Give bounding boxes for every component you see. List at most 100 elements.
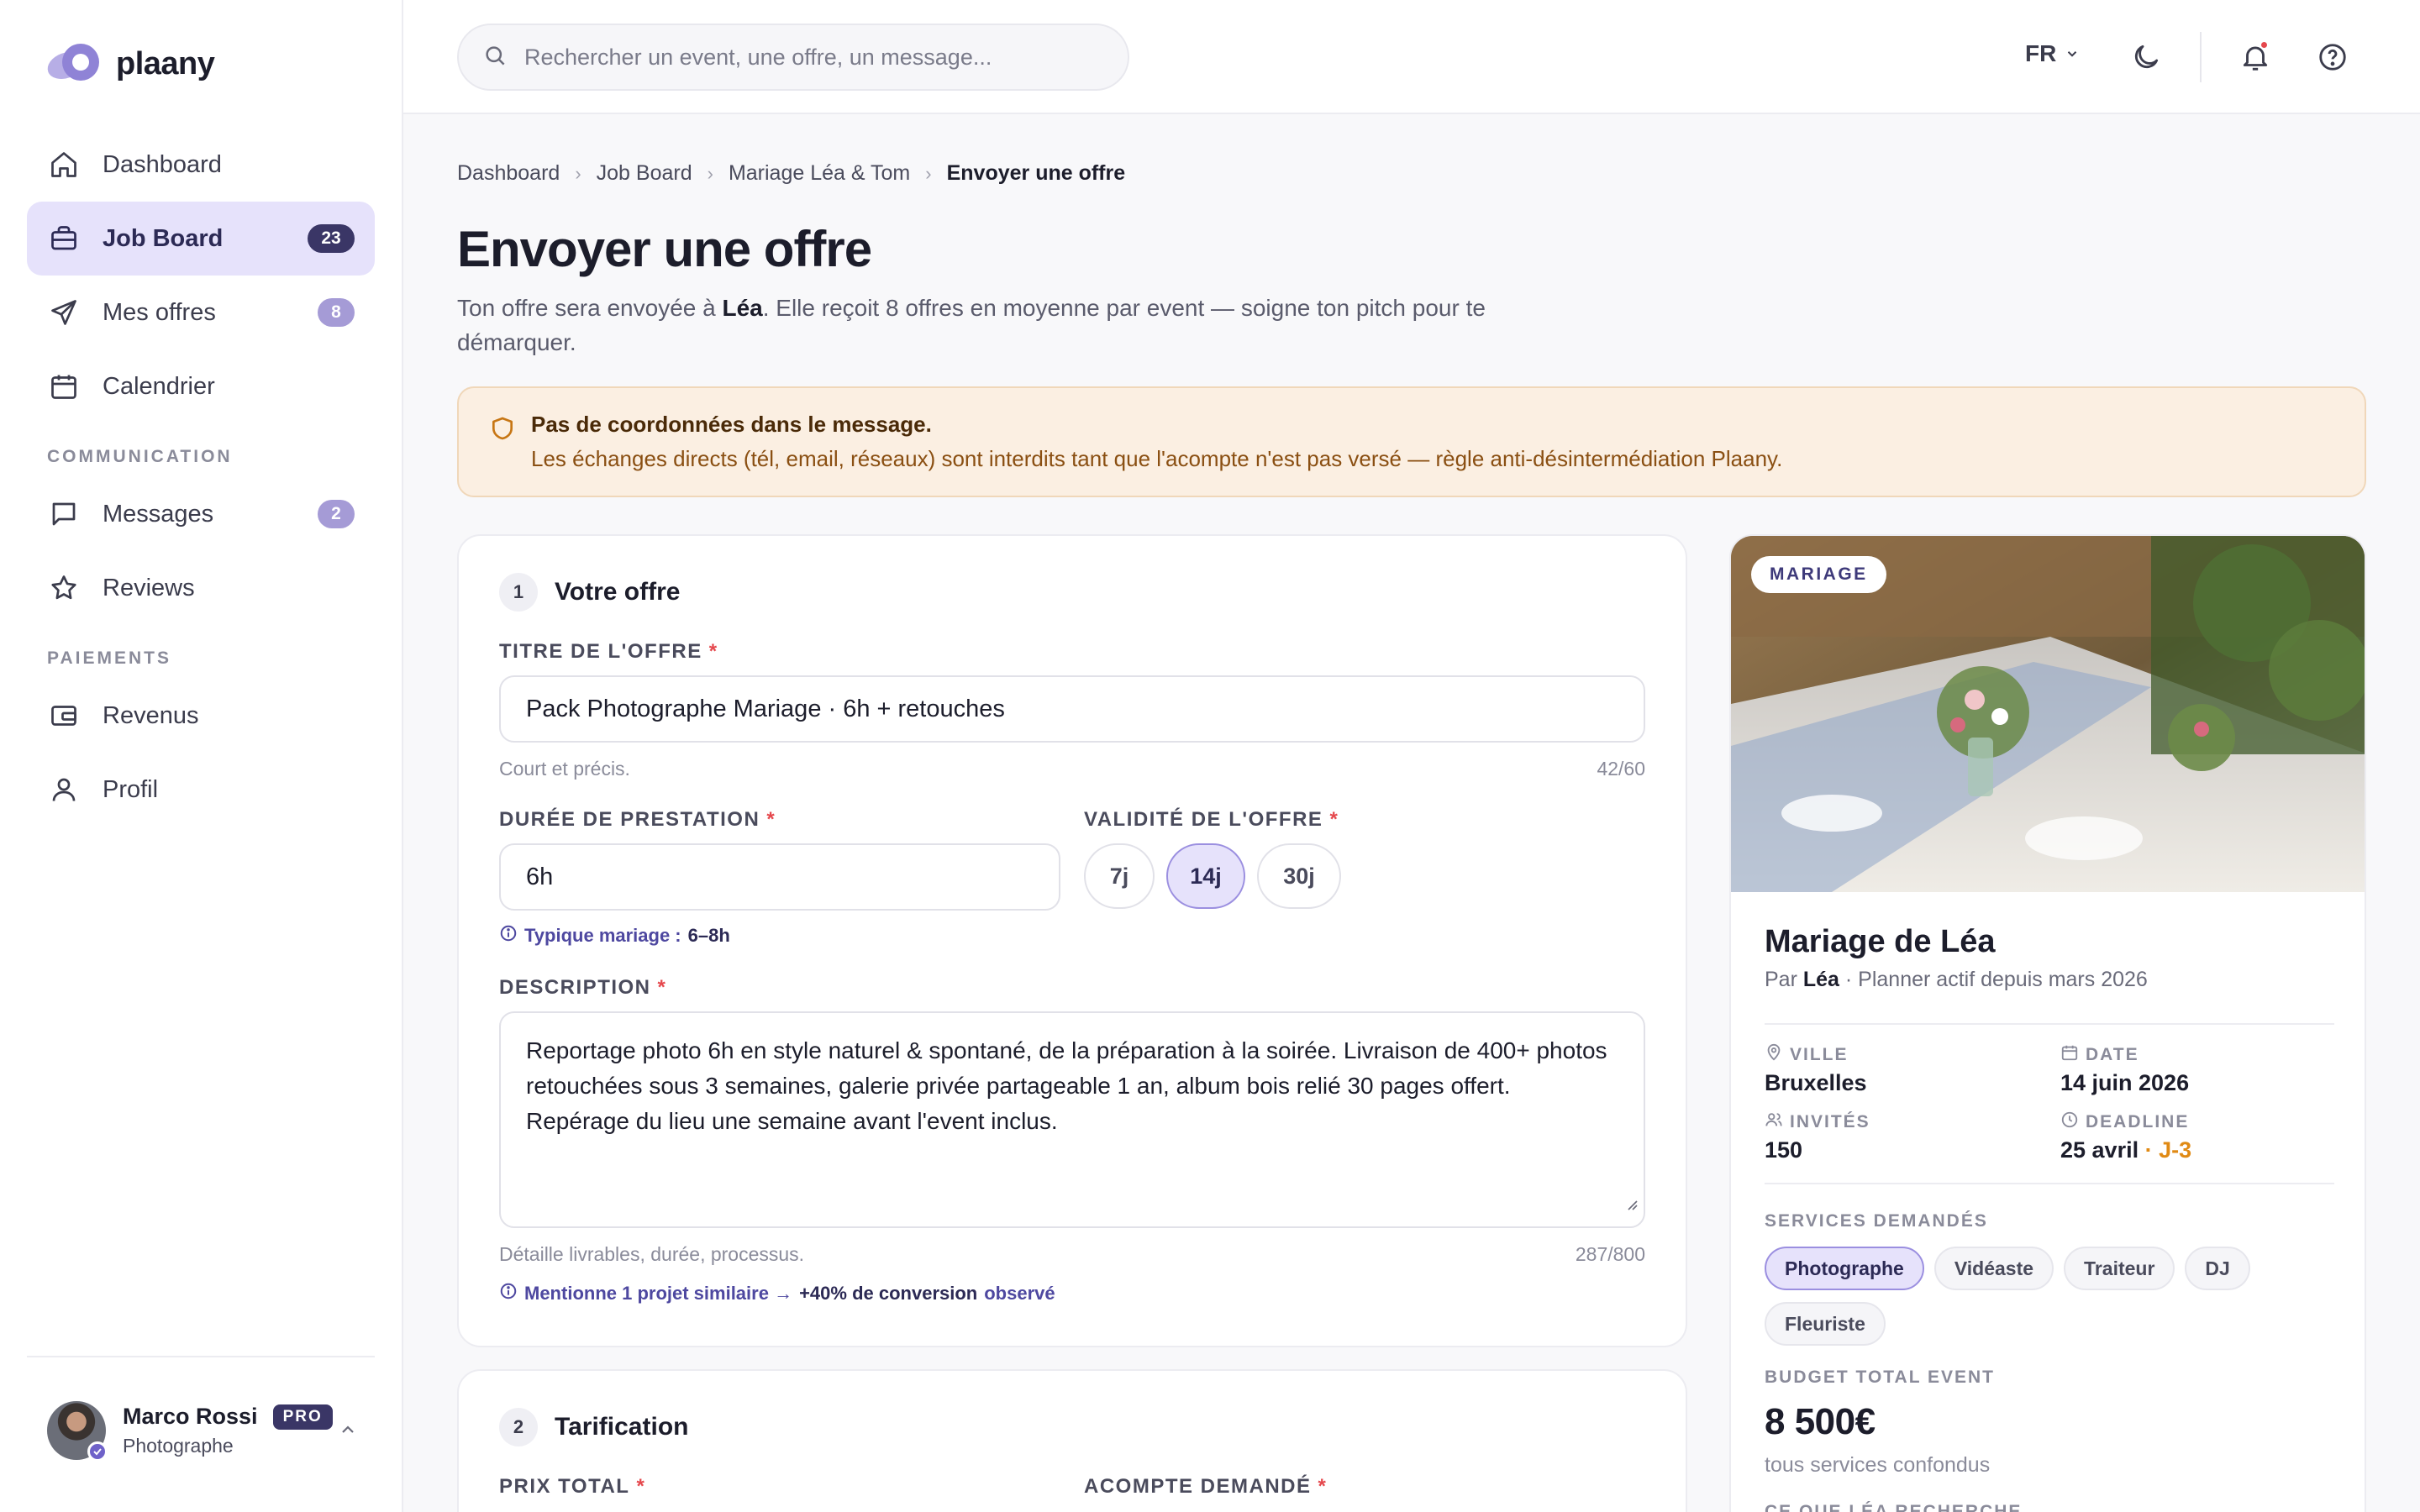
service-chip-photographe[interactable]: Photographe: [1765, 1247, 1924, 1290]
count-badge: 2: [318, 500, 355, 528]
contact-warning-alert: Pas de coordonnées dans le message. Les …: [457, 386, 2366, 497]
breadcrumb-link-dashboard[interactable]: Dashboard: [457, 161, 560, 186]
breadcrumb-separator: ›: [575, 162, 581, 184]
event-category-tag: MARIAGE: [1751, 556, 1886, 593]
event-guests: INVITÉS 150: [1765, 1110, 1870, 1163]
breadcrumb-separator: ›: [925, 162, 932, 184]
sidebar-item-label: Reviews: [103, 574, 195, 601]
sidebar-item-calendrier[interactable]: Calendrier: [27, 349, 375, 423]
topbar: FR: [403, 0, 2420, 114]
chevron-down-icon: [2065, 40, 2080, 67]
info-icon: [499, 924, 518, 948]
section-title-paiements: PAIEMENTS: [47, 648, 171, 668]
sidebar-item-reviews[interactable]: Reviews: [27, 551, 375, 625]
description-counter: 287/800: [1575, 1243, 1645, 1265]
search-bar[interactable]: [457, 24, 1129, 91]
description-tip: Mentionne 1 projet similaire → +40% de c…: [499, 1282, 1055, 1305]
sidebar-nav: Dashboard Job Board 23 Mes offres 8 Cale…: [27, 128, 375, 827]
services-list: Photographe Vidéaste Traiteur DJ Fleuris…: [1765, 1247, 2334, 1346]
users-icon: [1765, 1110, 1783, 1134]
breadcrumb-link-event[interactable]: Mariage Léa & Tom: [729, 161, 910, 186]
bell-icon[interactable]: [2237, 39, 2274, 76]
step-header: 1 Votre offre: [499, 573, 680, 612]
step-header: 2 Tarification: [499, 1408, 688, 1446]
sidebar-item-job-board[interactable]: Job Board 23: [27, 202, 375, 276]
service-chip-fleuriste[interactable]: Fleuriste: [1765, 1302, 1886, 1346]
deposit-label: ACOMPTE DEMANDÉ *: [1084, 1475, 1328, 1498]
duration-label: DURÉE DE PRESTATION *: [499, 808, 776, 831]
divider: [1765, 1183, 2334, 1184]
app-logo[interactable]: plaany: [42, 40, 215, 87]
validity-option-14j[interactable]: 14j: [1166, 843, 1245, 909]
breadcrumb-link-job-board[interactable]: Job Board: [597, 161, 692, 186]
clock-icon: [2060, 1110, 2079, 1134]
sidebar-item-messages[interactable]: Messages 2: [27, 477, 375, 551]
page-title: Envoyer une offre: [457, 221, 872, 277]
event-planner: Par Léa · Planner actif depuis mars 2026: [1765, 968, 2148, 991]
sidebar-item-mes-offres[interactable]: Mes offres 8: [27, 276, 375, 349]
duration-tip: Typique mariage : 6–8h: [499, 924, 730, 948]
moon-icon[interactable]: [2128, 39, 2165, 76]
language-select[interactable]: FR: [2025, 40, 2080, 67]
validity-label: VALIDITÉ DE L'OFFRE *: [1084, 808, 1339, 831]
user-icon: [47, 773, 81, 806]
sidebar-divider: [27, 1356, 375, 1357]
validity-options: 7j 14j 30j: [1084, 843, 1341, 909]
app-name: plaany: [116, 45, 215, 81]
budget-value: 8 500€: [1765, 1401, 1876, 1442]
breadcrumb: Dashboard › Job Board › Mariage Léa & To…: [457, 161, 1125, 186]
validity-option-30j[interactable]: 30j: [1257, 843, 1341, 909]
sidebar-item-dashboard[interactable]: Dashboard: [27, 128, 375, 202]
description-label: DESCRIPTION *: [499, 976, 667, 999]
description-textarea[interactable]: Reportage photo 6h en style naturel & sp…: [499, 1011, 1645, 1228]
event-summary-card: MARIAGE Mariage de Léa Par Léa · Planner…: [1729, 534, 2366, 1512]
alert-title: Pas de coordonnées dans le message.: [531, 412, 932, 437]
event-date: DATE 14 juin 2026: [2060, 1043, 2190, 1095]
calendar-icon: [2060, 1043, 2079, 1067]
resize-handle-icon[interactable]: [1623, 1186, 1639, 1221]
help-icon[interactable]: [2314, 39, 2351, 76]
deadline-urgency: · J-3: [2139, 1137, 2192, 1163]
send-icon: [47, 296, 81, 329]
chat-icon: [47, 497, 81, 531]
offer-title-input[interactable]: Pack Photographe Mariage · 6h + retouche…: [499, 675, 1645, 743]
service-chip-dj[interactable]: DJ: [2185, 1247, 2250, 1290]
calendar-icon: [47, 370, 81, 403]
duration-input[interactable]: 6h: [499, 843, 1060, 911]
notification-dot: [2260, 40, 2269, 50]
services-label: SERVICES DEMANDÉS: [1765, 1211, 1988, 1231]
home-icon: [47, 148, 81, 181]
service-chip-videaste[interactable]: Vidéaste: [1933, 1247, 2054, 1290]
step-number: 1: [499, 573, 538, 612]
sidebar-item-label: Mes offres: [103, 298, 216, 326]
budget-subtext: tous services confondus: [1765, 1453, 1991, 1477]
pricing-card: 2 Tarification PRIX TOTAL * ACOMPTE DEMAN…: [457, 1369, 1687, 1512]
sidebar-item-profil[interactable]: Profil: [27, 753, 375, 827]
count-badge: 8: [318, 298, 355, 327]
step-title: Tarification: [555, 1413, 689, 1441]
validity-option-7j[interactable]: 7j: [1084, 843, 1155, 909]
page-subtitle: Ton offre sera envoyée à Léa. Elle reçoi…: [457, 295, 1486, 355]
sidebar-item-label: Dashboard: [103, 150, 222, 178]
verified-icon: [87, 1441, 108, 1462]
budget-label: BUDGET TOTAL EVENT: [1765, 1368, 1996, 1387]
info-icon: [499, 1282, 518, 1305]
sidebar-item-label: Profil: [103, 775, 159, 803]
search-icon: [482, 43, 508, 72]
sidebar-item-label: Messages: [103, 500, 214, 528]
count-badge: 23: [308, 224, 355, 253]
user-menu[interactable]: Marco Rossi PRO Photographe: [47, 1401, 366, 1462]
service-chip-traiteur[interactable]: Traiteur: [2064, 1247, 2175, 1290]
sidebar-item-revenus[interactable]: Revenus: [27, 679, 375, 753]
offer-title-counter: 42/60: [1597, 758, 1645, 780]
offer-title-label: TITRE DE L'OFFRE *: [499, 640, 718, 663]
user-name: Marco Rossi: [123, 1404, 258, 1429]
user-role: Photographe: [123, 1435, 234, 1457]
shield-icon: [489, 415, 516, 446]
event-title: Mariage de Léa: [1765, 924, 1996, 959]
breadcrumb-separator: ›: [707, 162, 713, 184]
chevron-up-icon[interactable]: [338, 1420, 358, 1444]
divider: [1765, 1023, 2334, 1025]
avatar: [47, 1401, 108, 1462]
search-input[interactable]: [524, 44, 1096, 71]
